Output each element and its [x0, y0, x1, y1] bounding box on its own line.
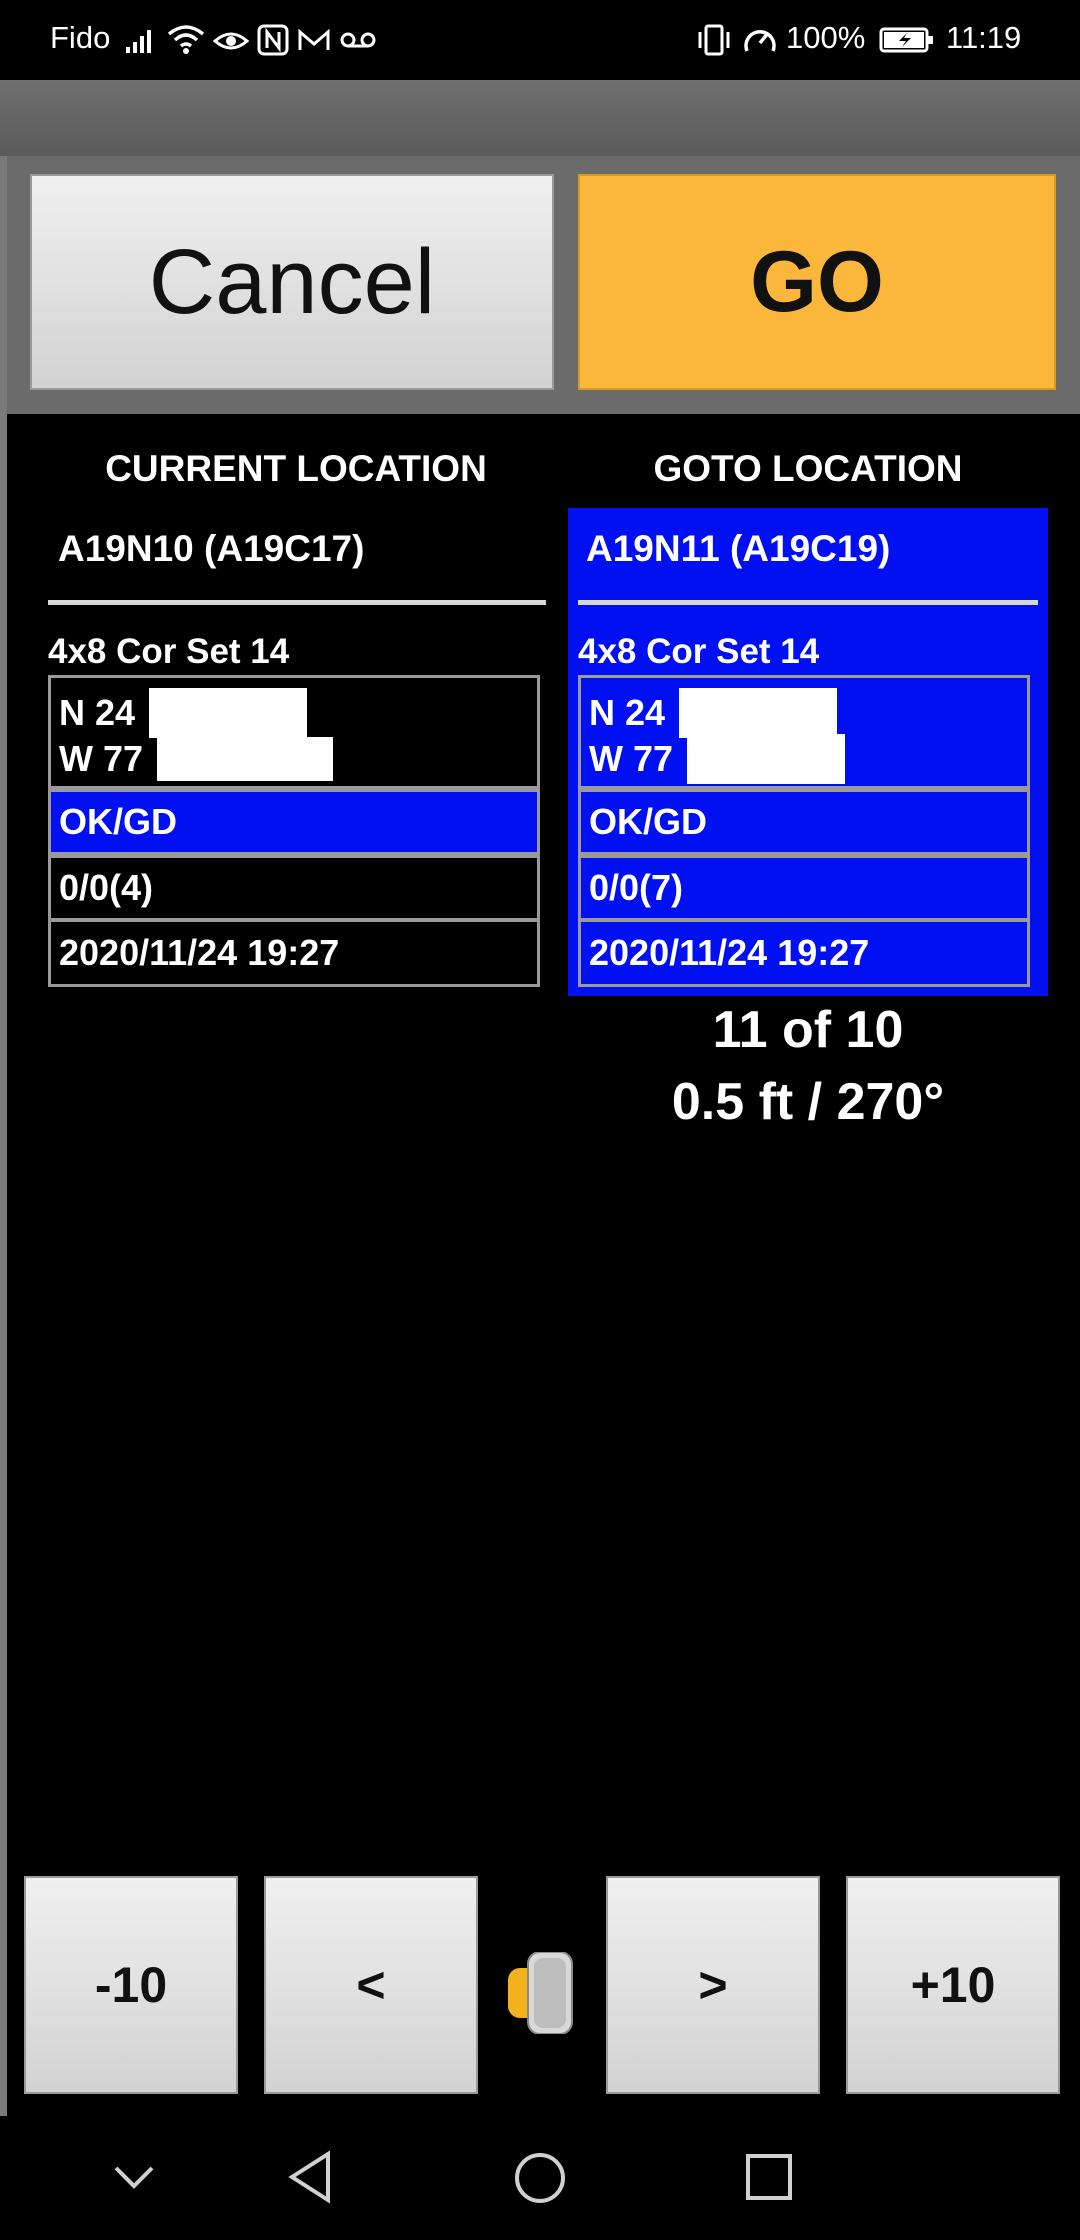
- position-counter: 11 of 10: [712, 1001, 904, 1059]
- current-coordinates: N 24 W 77: [48, 675, 540, 789]
- data-saver-icon: [740, 22, 780, 58]
- goto-lat-redaction: [679, 688, 838, 738]
- wifi-icon: [166, 22, 206, 58]
- current-lon: W 77: [59, 738, 144, 779]
- goto-location-code: A19N11 (A19C19): [586, 528, 891, 569]
- battery-percent: 100%: [786, 20, 866, 55]
- home-icon[interactable]: [512, 2150, 568, 2211]
- minus-10-button[interactable]: -10: [24, 1876, 238, 2094]
- battery-charging-icon: [878, 22, 936, 58]
- goto-divider: [578, 600, 1038, 605]
- current-lat: N 24: [59, 692, 136, 733]
- recents-icon[interactable]: [744, 2152, 794, 2207]
- left-edge: [0, 156, 7, 2116]
- system-nav-bar: [0, 2120, 1080, 2240]
- goto-lat: N 24: [589, 692, 666, 733]
- chevron-down-icon[interactable]: [112, 2162, 156, 2197]
- current-divider: [48, 600, 546, 605]
- status-bar: Fido 100% 11:19: [0, 0, 1080, 80]
- distance-bearing: 0.5 ft / 270°: [671, 1073, 945, 1131]
- go-button[interactable]: GO: [578, 174, 1056, 390]
- goto-lon: W 77: [589, 738, 674, 779]
- current-timestamp: 2020/11/24 19:27: [48, 919, 540, 987]
- previous-button[interactable]: <: [264, 1876, 478, 2094]
- current-count: 0/0(4): [48, 855, 540, 921]
- back-icon[interactable]: [286, 2150, 334, 2209]
- next-button[interactable]: >: [606, 1876, 820, 2094]
- goto-set-name: 4x8 Cor Set 14: [578, 632, 820, 671]
- current-status: OK/GD: [48, 789, 540, 855]
- vibrate-icon: [694, 22, 734, 58]
- goto-coordinates: N 24 W 77: [578, 675, 1030, 789]
- mail-icon: [296, 22, 332, 58]
- mode-toggle[interactable]: [506, 1951, 576, 2035]
- plus-10-button[interactable]: +10: [846, 1876, 1060, 2094]
- goto-count: 0/0(7): [578, 855, 1030, 921]
- toolbar: [0, 80, 1080, 156]
- voicemail-icon: [338, 22, 378, 58]
- goto-status: OK/GD: [578, 789, 1030, 855]
- goto-location-title: GOTO LOCATION: [653, 448, 963, 489]
- signal-icon: [122, 22, 160, 58]
- goto-timestamp: 2020/11/24 19:27: [578, 919, 1030, 987]
- current-location-title: CURRENT LOCATION: [105, 448, 487, 489]
- current-set-name: 4x8 Cor Set 14: [48, 632, 290, 671]
- clock: 11:19: [946, 20, 1022, 55]
- goto-lon-redaction: [687, 734, 846, 784]
- eye-icon: [212, 22, 250, 58]
- current-lat-redaction: [149, 688, 308, 738]
- cancel-button[interactable]: Cancel: [30, 174, 554, 390]
- current-location-code: A19N10 (A19C17): [58, 528, 365, 569]
- carrier-name: Fido: [50, 20, 111, 55]
- nfc-icon: [256, 22, 290, 58]
- current-lon-redaction: [157, 737, 334, 781]
